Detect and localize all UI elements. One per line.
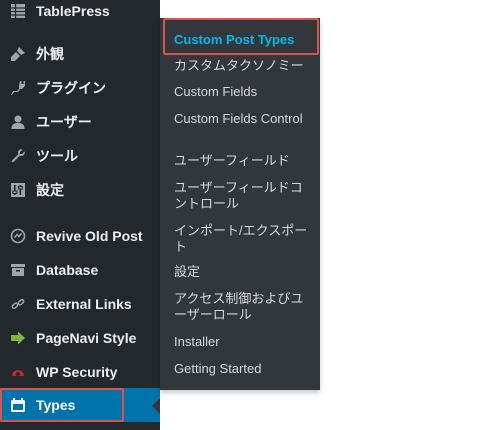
- plugin-icon: [10, 80, 26, 96]
- submenu-item-custom-fields-control[interactable]: Custom Fields Control: [174, 111, 314, 127]
- menu-label-pagenavi-style: PageNavi Style: [36, 330, 137, 346]
- submenu-item-custom-post-types[interactable]: Custom Post Types: [174, 32, 314, 48]
- submenu-item-access-control[interactable]: アクセス制御およびユーザーロール: [174, 291, 314, 323]
- admin-sidebar: TablePress 外観 プラグイン ユーザー ツール 設定 Revive O…: [0, 0, 160, 430]
- database-icon: [10, 262, 26, 278]
- menu-label-plugins: プラグイン: [36, 80, 106, 96]
- menu-item-revive-old-post[interactable]: Revive Old Post: [0, 219, 160, 253]
- pagenavi-icon: [10, 330, 26, 346]
- menu-label-external-links: External Links: [36, 296, 132, 312]
- menu-label-appearance: 外観: [36, 46, 64, 62]
- submenu-item-custom-taxonomies[interactable]: カスタムタクソノミー: [174, 58, 314, 74]
- menu-item-database[interactable]: Database: [0, 253, 160, 287]
- menu-label-revive-old-post: Revive Old Post: [36, 228, 143, 244]
- menu-item-plugins[interactable]: プラグイン: [0, 71, 160, 105]
- menu-label-users: ユーザー: [36, 114, 92, 130]
- menu-label-database: Database: [36, 262, 99, 278]
- menu-item-tools[interactable]: ツール: [0, 139, 160, 173]
- paintbrush-icon: [10, 46, 26, 62]
- table-icon: [10, 3, 26, 19]
- wrench-icon: [10, 148, 26, 164]
- types-icon: [10, 397, 26, 413]
- submenu-pointer-arrow: [152, 398, 160, 414]
- types-flyout-submenu: Custom Post Types カスタムタクソノミー Custom Fiel…: [160, 18, 320, 390]
- link-icon: [10, 296, 26, 312]
- revive-icon: [10, 228, 26, 244]
- submenu-item-user-fields-control[interactable]: ユーザーフィールドコントロール: [174, 180, 314, 212]
- menu-item-wp-security[interactable]: WP Security: [0, 355, 160, 389]
- menu-item-users[interactable]: ユーザー: [0, 105, 160, 139]
- menu-label-wp-security: WP Security: [36, 364, 118, 380]
- menu-label-tools: ツール: [36, 148, 78, 164]
- menu-label-tablepress: TablePress: [36, 3, 110, 19]
- menu-item-appearance[interactable]: 外観: [0, 37, 160, 71]
- menu-item-pagenavi-style[interactable]: PageNavi Style: [0, 321, 160, 355]
- menu-item-tablepress[interactable]: TablePress: [0, 0, 160, 28]
- submenu-item-custom-fields[interactable]: Custom Fields: [174, 84, 314, 100]
- submenu-item-import-export[interactable]: インポート/エクスポート: [174, 223, 314, 255]
- user-icon: [10, 114, 26, 130]
- menu-item-settings[interactable]: 設定: [0, 173, 160, 207]
- submenu-item-settings[interactable]: 設定: [174, 264, 314, 280]
- menu-item-external-links[interactable]: External Links: [0, 287, 160, 321]
- submenu-item-user-fields[interactable]: ユーザーフィールド: [174, 153, 314, 169]
- menu-label-types: Types: [36, 397, 76, 413]
- menu-item-types[interactable]: Types: [0, 388, 160, 422]
- security-icon: [10, 364, 26, 380]
- settings-icon: [10, 182, 26, 198]
- menu-label-settings: 設定: [36, 182, 64, 198]
- submenu-item-installer[interactable]: Installer: [174, 334, 314, 350]
- submenu-item-getting-started[interactable]: Getting Started: [174, 361, 314, 377]
